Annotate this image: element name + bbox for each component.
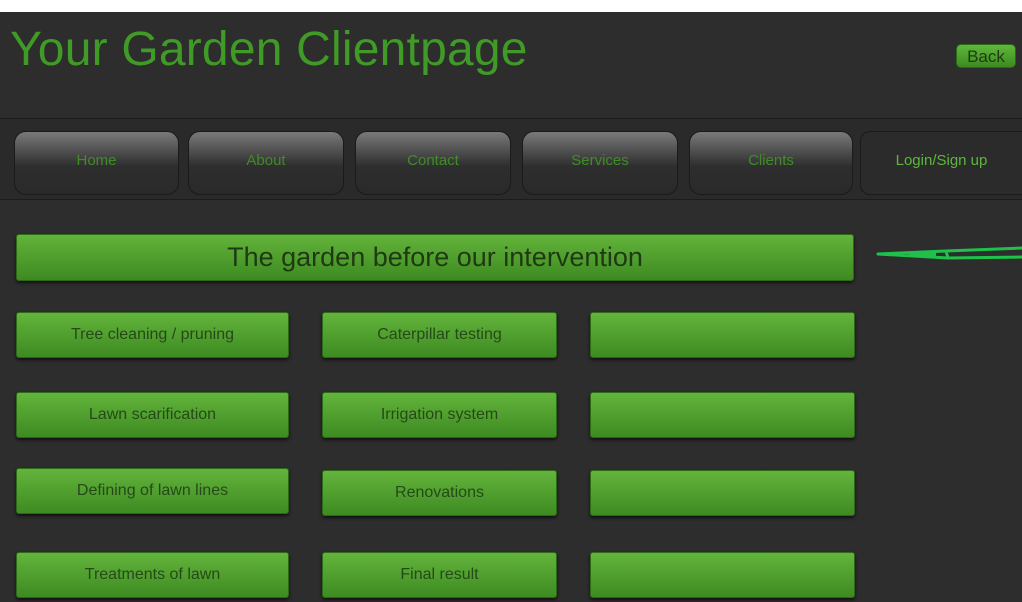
service-button-treatments-of-lawn[interactable]: Treatments of lawn bbox=[16, 552, 289, 598]
nav-tab-home[interactable]: Home bbox=[14, 131, 179, 195]
arrow-left-icon bbox=[876, 246, 1022, 260]
back-button[interactable]: Back bbox=[956, 44, 1016, 68]
service-button-lawn-lines[interactable]: Defining of lawn lines bbox=[16, 468, 289, 514]
service-button-tree-cleaning[interactable]: Tree cleaning / pruning bbox=[16, 312, 289, 358]
login-signup-link[interactable]: Login/Sign up bbox=[860, 131, 1022, 195]
service-button-caterpillar-testing[interactable]: Caterpillar testing bbox=[322, 312, 557, 358]
nav-tab-contact[interactable]: Contact bbox=[355, 131, 511, 195]
nav-tab-about[interactable]: About bbox=[188, 131, 344, 195]
service-button-lawn-scarification[interactable]: Lawn scarification bbox=[16, 392, 289, 438]
nav-tab-services[interactable]: Services bbox=[522, 131, 678, 195]
service-button-irrigation-system[interactable]: Irrigation system bbox=[322, 392, 557, 438]
service-button-empty[interactable] bbox=[590, 392, 855, 438]
service-button-final-result[interactable]: Final result bbox=[322, 552, 557, 598]
page-title: Your Garden Clientpage bbox=[10, 23, 528, 76]
nav-tab-clients[interactable]: Clients bbox=[689, 131, 853, 195]
top-strip bbox=[0, 0, 1022, 12]
service-button-empty[interactable] bbox=[590, 312, 855, 358]
garden-before-banner[interactable]: The garden before our intervention bbox=[16, 234, 854, 281]
service-button-renovations[interactable]: Renovations bbox=[322, 470, 557, 516]
nav-bar: Home About Contact Services Clients Logi… bbox=[0, 118, 1022, 200]
app-window: Your Garden Clientpage Back Home About C… bbox=[0, 12, 1022, 602]
service-button-empty[interactable] bbox=[590, 470, 855, 516]
service-button-empty[interactable] bbox=[590, 552, 855, 598]
